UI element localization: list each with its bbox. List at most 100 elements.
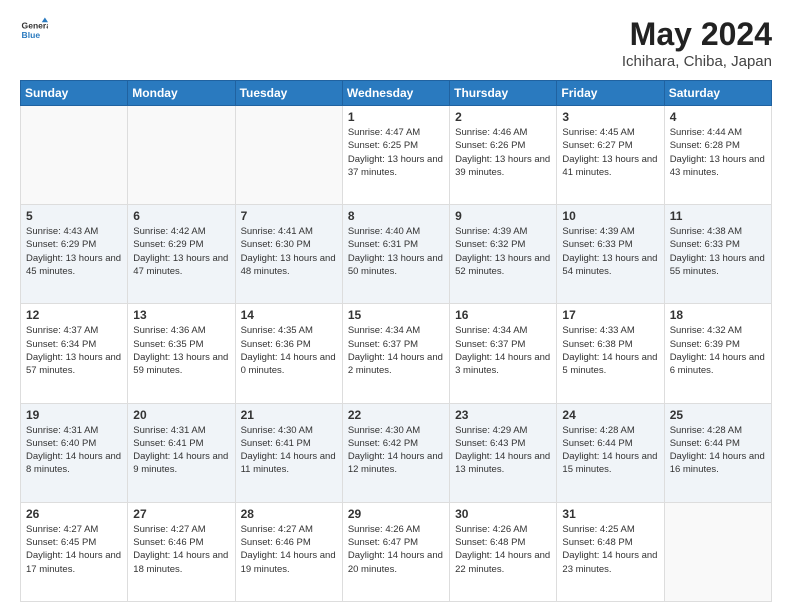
calendar-cell: 11 Sunrise: 4:38 AM Sunset: 6:33 PM Dayli… [664, 205, 771, 304]
day-number: 9 [455, 209, 551, 223]
calendar-cell [235, 106, 342, 205]
day-info: Sunrise: 4:36 AM Sunset: 6:35 PM Dayligh… [133, 324, 229, 377]
day-info: Sunrise: 4:39 AM Sunset: 6:33 PM Dayligh… [562, 225, 658, 278]
calendar-cell: 19 Sunrise: 4:31 AM Sunset: 6:40 PM Dayli… [21, 403, 128, 502]
calendar-week-0: 1 Sunrise: 4:47 AM Sunset: 6:25 PM Daylig… [21, 106, 772, 205]
day-number: 12 [26, 308, 122, 322]
day-number: 15 [348, 308, 444, 322]
day-number: 10 [562, 209, 658, 223]
day-header-row: Sunday Monday Tuesday Wednesday Thursday… [21, 81, 772, 106]
day-info: Sunrise: 4:39 AM Sunset: 6:32 PM Dayligh… [455, 225, 551, 278]
calendar-cell [21, 106, 128, 205]
calendar-cell: 8Sunrise: 4:40 AM Sunset: 6:31 PM Daylig… [342, 205, 449, 304]
day-number: 14 [241, 308, 337, 322]
calendar-cell: 9 Sunrise: 4:39 AM Sunset: 6:32 PM Daylig… [450, 205, 557, 304]
calendar-cell: 10 Sunrise: 4:39 AM Sunset: 6:33 PM Dayli… [557, 205, 664, 304]
calendar-cell: 3Sunrise: 4:45 AM Sunset: 6:27 PM Daylig… [557, 106, 664, 205]
page: General Blue May 2024 Ichihara, Chiba, J… [0, 0, 792, 612]
calendar-cell: 28 Sunrise: 4:27 AM Sunset: 6:46 PM Dayli… [235, 502, 342, 601]
day-number: 13 [133, 308, 229, 322]
day-number: 30 [455, 507, 551, 521]
day-info: Sunrise: 4:25 AM Sunset: 6:48 PM Dayligh… [562, 523, 658, 576]
logo-icon: General Blue [20, 16, 48, 44]
day-info: Sunrise: 4:34 AM Sunset: 6:37 PM Dayligh… [348, 324, 444, 377]
day-info: Sunrise: 4:46 AM Sunset: 6:26 PM Dayligh… [455, 126, 551, 179]
calendar-week-2: 12Sunrise: 4:37 AM Sunset: 6:34 PM Dayli… [21, 304, 772, 403]
day-number: 20 [133, 408, 229, 422]
day-number: 2 [455, 110, 551, 124]
day-number: 25 [670, 408, 766, 422]
calendar-cell: 15 Sunrise: 4:34 AM Sunset: 6:37 PM Dayli… [342, 304, 449, 403]
header-thursday: Thursday [450, 81, 557, 106]
svg-text:Blue: Blue [22, 30, 41, 40]
day-info: Sunrise: 4:26 AM Sunset: 6:48 PM Dayligh… [455, 523, 551, 576]
day-info: Sunrise: 4:41 AM Sunset: 6:30 PM Dayligh… [241, 225, 337, 278]
day-number: 3 [562, 110, 658, 124]
header-friday: Friday [557, 81, 664, 106]
day-number: 28 [241, 507, 337, 521]
day-number: 17 [562, 308, 658, 322]
day-number: 31 [562, 507, 658, 521]
day-info: Sunrise: 4:33 AM Sunset: 6:38 PM Dayligh… [562, 324, 658, 377]
calendar-cell: 30 Sunrise: 4:26 AM Sunset: 6:48 PM Dayli… [450, 502, 557, 601]
calendar-cell: 1 Sunrise: 4:47 AM Sunset: 6:25 PM Daylig… [342, 106, 449, 205]
calendar-table: Sunday Monday Tuesday Wednesday Thursday… [20, 80, 772, 602]
day-info: Sunrise: 4:38 AM Sunset: 6:33 PM Dayligh… [670, 225, 766, 278]
calendar-cell: 18Sunrise: 4:32 AM Sunset: 6:39 PM Dayli… [664, 304, 771, 403]
calendar-title: May 2024 [622, 16, 772, 53]
day-info: Sunrise: 4:26 AM Sunset: 6:47 PM Dayligh… [348, 523, 444, 576]
logo: General Blue [20, 16, 52, 44]
day-info: Sunrise: 4:47 AM Sunset: 6:25 PM Dayligh… [348, 126, 444, 179]
calendar-cell: 16Sunrise: 4:34 AM Sunset: 6:37 PM Dayli… [450, 304, 557, 403]
day-number: 11 [670, 209, 766, 223]
calendar-cell: 27 Sunrise: 4:27 AM Sunset: 6:46 PM Dayli… [128, 502, 235, 601]
day-info: Sunrise: 4:44 AM Sunset: 6:28 PM Dayligh… [670, 126, 766, 179]
day-info: Sunrise: 4:27 AM Sunset: 6:46 PM Dayligh… [241, 523, 337, 576]
calendar-cell: 6Sunrise: 4:42 AM Sunset: 6:29 PM Daylig… [128, 205, 235, 304]
day-number: 16 [455, 308, 551, 322]
calendar-cell: 5 Sunrise: 4:43 AM Sunset: 6:29 PM Daylig… [21, 205, 128, 304]
calendar-cell: 29 Sunrise: 4:26 AM Sunset: 6:47 PM Dayli… [342, 502, 449, 601]
calendar-cell: 14 Sunrise: 4:35 AM Sunset: 6:36 PM Dayli… [235, 304, 342, 403]
day-number: 29 [348, 507, 444, 521]
day-info: Sunrise: 4:31 AM Sunset: 6:41 PM Dayligh… [133, 424, 229, 477]
day-number: 18 [670, 308, 766, 322]
day-number: 5 [26, 209, 122, 223]
calendar-cell: 21 Sunrise: 4:30 AM Sunset: 6:41 PM Dayli… [235, 403, 342, 502]
calendar-cell [128, 106, 235, 205]
day-info: Sunrise: 4:30 AM Sunset: 6:41 PM Dayligh… [241, 424, 337, 477]
day-number: 1 [348, 110, 444, 124]
day-number: 23 [455, 408, 551, 422]
day-number: 26 [26, 507, 122, 521]
calendar-cell: 7Sunrise: 4:41 AM Sunset: 6:30 PM Daylig… [235, 205, 342, 304]
calendar-cell: 4 Sunrise: 4:44 AM Sunset: 6:28 PM Daylig… [664, 106, 771, 205]
day-info: Sunrise: 4:35 AM Sunset: 6:36 PM Dayligh… [241, 324, 337, 377]
day-number: 8 [348, 209, 444, 223]
day-info: Sunrise: 4:28 AM Sunset: 6:44 PM Dayligh… [670, 424, 766, 477]
calendar-cell: 26 Sunrise: 4:27 AM Sunset: 6:45 PM Dayli… [21, 502, 128, 601]
day-number: 19 [26, 408, 122, 422]
day-info: Sunrise: 4:27 AM Sunset: 6:46 PM Dayligh… [133, 523, 229, 576]
day-number: 24 [562, 408, 658, 422]
header-sunday: Sunday [21, 81, 128, 106]
day-info: Sunrise: 4:43 AM Sunset: 6:29 PM Dayligh… [26, 225, 122, 278]
calendar-cell: 12Sunrise: 4:37 AM Sunset: 6:34 PM Dayli… [21, 304, 128, 403]
header-monday: Monday [128, 81, 235, 106]
day-number: 27 [133, 507, 229, 521]
calendar-cell: 23Sunrise: 4:29 AM Sunset: 6:43 PM Dayli… [450, 403, 557, 502]
header-tuesday: Tuesday [235, 81, 342, 106]
calendar-cell: 20 Sunrise: 4:31 AM Sunset: 6:41 PM Dayli… [128, 403, 235, 502]
header: General Blue May 2024 Ichihara, Chiba, J… [20, 16, 772, 70]
calendar-week-3: 19 Sunrise: 4:31 AM Sunset: 6:40 PM Dayli… [21, 403, 772, 502]
title-block: May 2024 Ichihara, Chiba, Japan [622, 16, 772, 70]
day-info: Sunrise: 4:27 AM Sunset: 6:45 PM Dayligh… [26, 523, 122, 576]
day-number: 22 [348, 408, 444, 422]
calendar-week-1: 5 Sunrise: 4:43 AM Sunset: 6:29 PM Daylig… [21, 205, 772, 304]
day-number: 21 [241, 408, 337, 422]
calendar-week-4: 26 Sunrise: 4:27 AM Sunset: 6:45 PM Dayli… [21, 502, 772, 601]
calendar-cell: 17 Sunrise: 4:33 AM Sunset: 6:38 PM Dayli… [557, 304, 664, 403]
day-number: 6 [133, 209, 229, 223]
calendar-cell: 2 Sunrise: 4:46 AM Sunset: 6:26 PM Daylig… [450, 106, 557, 205]
day-number: 4 [670, 110, 766, 124]
day-info: Sunrise: 4:31 AM Sunset: 6:40 PM Dayligh… [26, 424, 122, 477]
